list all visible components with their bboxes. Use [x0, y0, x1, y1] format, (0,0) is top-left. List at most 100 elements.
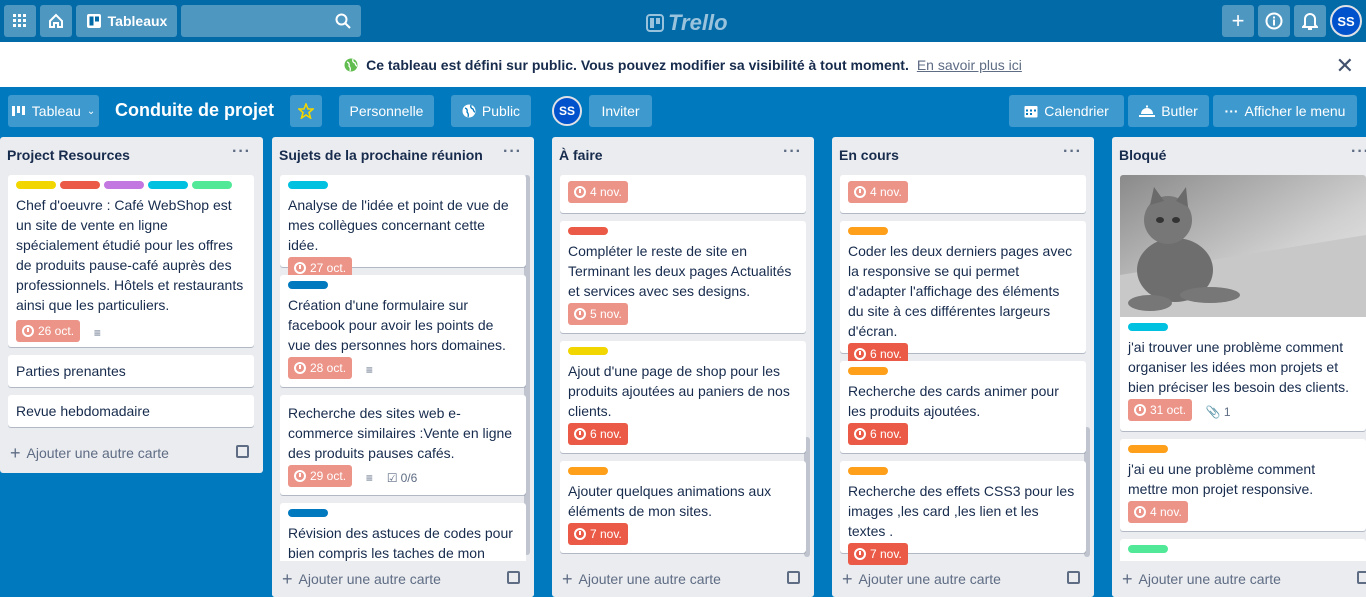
boards-button[interactable]: Tableaux: [76, 5, 177, 37]
card-title: j'ai eu une problème comment mettre mon …: [1128, 461, 1316, 497]
card[interactable]: Coder les deux derniers pages avec la re…: [840, 221, 1086, 365]
label-sky[interactable]: [1128, 323, 1168, 331]
add-card-button[interactable]: + Ajouter une autre carte: [552, 561, 814, 597]
list-header[interactable]: À faire ···: [552, 137, 814, 173]
list-header[interactable]: Project Resources ···: [0, 137, 263, 173]
card[interactable]: Analyse de l'idée et point de vue de mes…: [280, 175, 526, 279]
card[interactable]: Recherche des cards animer pour les prod…: [840, 361, 1086, 453]
card-template-icon[interactable]: [507, 571, 520, 584]
label-orange[interactable]: [1128, 445, 1168, 453]
list-header[interactable]: Sujets de la prochaine réunion ···: [272, 137, 534, 173]
learn-more-link[interactable]: En savoir plus ici: [917, 57, 1022, 73]
add-card-button[interactable]: + Ajouter une autre carte: [832, 561, 1094, 597]
list-title: Bloqué: [1119, 147, 1167, 163]
label-blue[interactable]: [288, 509, 328, 517]
calendar-button[interactable]: Calendrier: [1009, 95, 1124, 127]
label-red[interactable]: [60, 181, 100, 189]
card[interactable]: Ajouter quelques animations aux éléments…: [560, 461, 806, 553]
card[interactable]: 4 nov.: [560, 175, 806, 213]
label-orange[interactable]: [848, 227, 888, 235]
card[interactable]: Recherche des sites web e-commerce simil…: [280, 395, 526, 495]
due-date-badge[interactable]: 29 oct.: [288, 465, 353, 487]
plus-icon: +: [562, 568, 573, 589]
card[interactable]: Chef d'oeuvre : Café WebShop est un site…: [8, 175, 254, 347]
butler-button[interactable]: Butler: [1128, 95, 1209, 127]
info-button[interactable]: [1258, 5, 1290, 37]
due-date: 6 nov.: [590, 427, 622, 441]
card[interactable]: Parties prenantes: [8, 355, 254, 387]
invite-button[interactable]: Inviter: [589, 95, 652, 127]
clock-icon: [854, 186, 866, 198]
label-yellow[interactable]: [16, 181, 56, 189]
show-menu-button[interactable]: ··· Afficher le menu: [1213, 95, 1357, 127]
add-card-button[interactable]: + Ajouter une autre carte: [1112, 561, 1366, 597]
plus-icon: +: [1231, 8, 1245, 33]
card[interactable]: Revue hebdomadaire: [8, 395, 254, 427]
card-template-icon[interactable]: [1067, 571, 1080, 584]
label-blue[interactable]: [288, 281, 328, 289]
list-header[interactable]: En cours ···: [832, 137, 1094, 173]
label-lime[interactable]: [1128, 545, 1168, 553]
due-date-badge[interactable]: 4 nov.: [568, 181, 628, 203]
label-orange[interactable]: [848, 367, 888, 375]
label-yellow[interactable]: [568, 347, 608, 355]
card[interactable]: j'ai eu une problème comment mettre mon …: [1120, 439, 1366, 531]
list-menu-icon[interactable]: ···: [232, 143, 251, 161]
card-template-icon[interactable]: [1357, 571, 1366, 584]
due-date-badge[interactable]: 26 oct.: [16, 320, 81, 342]
card[interactable]: Compléter le reste de site en Terminant …: [560, 221, 806, 333]
due-date-badge[interactable]: 28 oct.: [288, 357, 353, 379]
list-menu-icon[interactable]: ···: [1351, 143, 1366, 161]
checklist-icon: ☑: [386, 471, 398, 486]
member-avatar[interactable]: SS: [552, 96, 582, 126]
label-orange[interactable]: [568, 467, 608, 475]
card-template-icon[interactable]: [236, 445, 249, 458]
card[interactable]: 4 nov.: [840, 175, 1086, 213]
user-avatar[interactable]: SS: [1330, 5, 1362, 37]
add-card-button[interactable]: + Ajouter une autre carte: [272, 561, 534, 597]
due-date-badge[interactable]: 6 nov.: [568, 423, 628, 445]
public-board-banner: Ce tableau est défini sur public. Vous p…: [0, 42, 1366, 87]
label-sky[interactable]: [288, 181, 328, 189]
close-icon[interactable]: ✕: [1336, 53, 1354, 79]
apps-grid-icon[interactable]: [4, 5, 36, 37]
plus-icon: +: [10, 442, 21, 463]
notifications-button[interactable]: [1294, 5, 1326, 37]
due-date-badge[interactable]: 5 nov.: [568, 303, 628, 325]
label-purple[interactable]: [104, 181, 144, 189]
team-button[interactable]: Personnelle: [339, 95, 434, 127]
visibility-button[interactable]: Public: [451, 95, 531, 127]
due-date-badge[interactable]: 4 nov.: [1128, 501, 1188, 523]
label-red[interactable]: [568, 227, 608, 235]
top-navigation-bar: Tableaux Trello + SS: [0, 0, 1366, 42]
card-title: Recherche des cards animer pour les prod…: [848, 383, 1059, 419]
label-orange[interactable]: [848, 467, 888, 475]
list-menu-icon[interactable]: ···: [1063, 143, 1082, 161]
list-menu-icon[interactable]: ···: [783, 143, 802, 161]
list-menu-icon[interactable]: ···: [503, 143, 522, 161]
label-lime[interactable]: [192, 181, 232, 189]
card[interactable]: Ajout d'une page de shop pour les produi…: [560, 341, 806, 453]
label-sky[interactable]: [148, 181, 188, 189]
due-date-badge[interactable]: 4 nov.: [848, 181, 908, 203]
create-button[interactable]: +: [1222, 5, 1254, 37]
home-icon[interactable]: [40, 5, 72, 37]
card-title: Revue hebdomadaire: [16, 403, 150, 419]
due-date-badge[interactable]: 31 oct.: [1128, 399, 1193, 421]
butler-icon: [1139, 105, 1156, 117]
due-date-badge[interactable]: 7 nov.: [568, 523, 628, 545]
search-input[interactable]: [181, 5, 361, 37]
add-card-button[interactable]: + Ajouter une autre carte: [0, 435, 263, 471]
card[interactable]: Création d'une formulaire sur facebook p…: [280, 275, 526, 387]
trello-logo[interactable]: Trello: [646, 10, 728, 36]
due-date-badge[interactable]: 6 nov.: [848, 423, 908, 445]
card[interactable]: j'ai trouver une problème comment organi…: [1120, 175, 1366, 431]
card-template-icon[interactable]: [787, 571, 800, 584]
attachment-badge: 📎 1: [1206, 402, 1231, 422]
list-header[interactable]: Bloqué ···: [1112, 137, 1366, 173]
board-title[interactable]: Conduite de projet: [115, 100, 274, 121]
attachment-count: 1: [1223, 405, 1231, 420]
star-button[interactable]: [290, 95, 322, 127]
card[interactable]: Recherche des effets CSS3 pour les image…: [840, 461, 1086, 565]
view-switcher-button[interactable]: Tableau ⌄: [8, 95, 99, 127]
